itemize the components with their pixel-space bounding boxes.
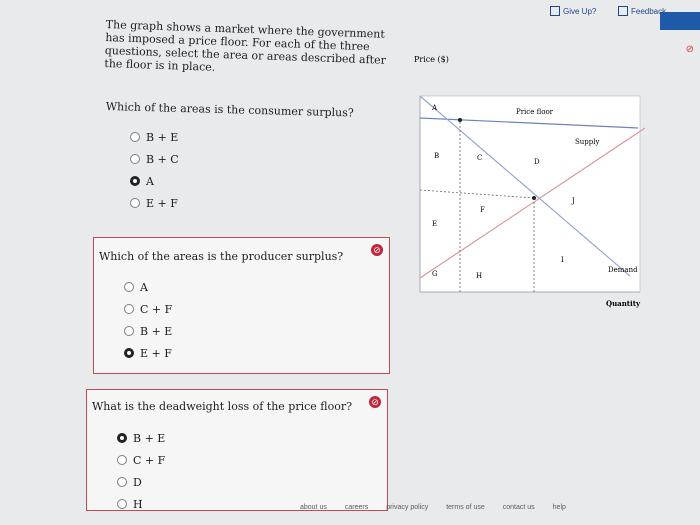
question-3-options: B + E C + F D H	[117, 427, 165, 515]
option-2a[interactable]: A	[124, 276, 172, 298]
footer-privacy-policy-link[interactable]: privacy policy	[386, 504, 428, 511]
radio-button-selected[interactable]	[124, 348, 134, 358]
question-2-title: Which of the areas is the producer surpl…	[99, 250, 344, 263]
clear-icon[interactable]: ⊘	[369, 396, 381, 408]
area-i-label: I	[561, 256, 564, 264]
option-2b[interactable]: C + F	[124, 298, 172, 320]
floor-demand-point	[458, 118, 462, 122]
y-axis-label: Price ($)	[414, 55, 449, 64]
radio-button[interactable]	[117, 477, 127, 487]
question-2-box: ⊘ Which of the areas is the producer sur…	[93, 237, 390, 374]
top-accent-bar	[660, 12, 700, 30]
footer-links: about us careers privacy policy terms of…	[300, 504, 566, 511]
equilibrium-point	[532, 196, 536, 200]
radio-button-selected[interactable]	[117, 433, 127, 443]
area-e-label: E	[432, 220, 437, 228]
price-floor-graph: Price ($) Price floor Supply Demand Quan…	[414, 55, 646, 308]
plot-area	[419, 95, 641, 293]
radio-button[interactable]	[124, 304, 134, 314]
option-1a[interactable]: B + E	[130, 126, 179, 148]
flag-icon	[550, 6, 560, 16]
area-a-label: A	[431, 104, 438, 112]
radio-button[interactable]	[130, 132, 140, 142]
intro-text: The graph shows a market where the gover…	[104, 18, 387, 74]
footer-help-link[interactable]: help	[553, 504, 566, 511]
radio-button[interactable]	[124, 326, 134, 336]
question-2-options: A C + F B + E E + F	[124, 276, 172, 364]
option-3c[interactable]: D	[117, 471, 165, 493]
price-floor-label: Price floor	[516, 108, 554, 116]
option-1b[interactable]: B + C	[130, 148, 179, 170]
option-3b[interactable]: C + F	[117, 449, 165, 471]
option-1d[interactable]: E + F	[130, 192, 179, 214]
option-2d[interactable]: E + F	[124, 342, 172, 364]
question-1-title: Which of the areas is the consumer surpl…	[105, 100, 354, 120]
give-up-button[interactable]: Give Up?	[550, 6, 596, 16]
question-1-options: B + E B + C A E + F	[130, 126, 179, 214]
area-b-label: B	[434, 152, 439, 160]
supply-label: Supply	[575, 138, 600, 146]
radio-button[interactable]	[117, 499, 127, 509]
radio-button-selected[interactable]	[130, 176, 140, 186]
area-c-label: C	[477, 154, 482, 162]
area-h-label: H	[476, 272, 482, 280]
radio-button[interactable]	[124, 282, 134, 292]
radio-button[interactable]	[117, 455, 127, 465]
footer-about-us-link[interactable]: about us	[300, 504, 327, 511]
question-3-box: ⊘ What is the deadweight loss of the pri…	[86, 389, 388, 511]
side-close-icon[interactable]: ⊘	[686, 44, 694, 55]
area-j-label: J	[571, 197, 575, 205]
footer-careers-link[interactable]: careers	[345, 504, 368, 511]
radio-button[interactable]	[130, 198, 140, 208]
footer-contact-us-link[interactable]: contact us	[503, 504, 535, 511]
demand-label: Demand	[608, 266, 638, 274]
x-axis-label: Quantity	[606, 299, 641, 308]
option-3d[interactable]: H	[117, 493, 165, 515]
feedback-icon	[618, 6, 628, 16]
radio-button[interactable]	[130, 154, 140, 164]
feedback-button[interactable]: Feedback	[618, 6, 666, 16]
area-g-label: G	[432, 270, 438, 278]
option-3a[interactable]: B + E	[117, 427, 165, 449]
area-f-label: F	[480, 206, 485, 214]
clear-icon[interactable]: ⊘	[371, 244, 383, 256]
option-2c[interactable]: B + E	[124, 320, 172, 342]
question-3-title: What is the deadweight loss of the price…	[92, 400, 353, 413]
area-d-label: D	[534, 158, 540, 166]
footer-terms-of-use-link[interactable]: terms of use	[446, 504, 485, 511]
option-1c[interactable]: A	[130, 170, 179, 192]
